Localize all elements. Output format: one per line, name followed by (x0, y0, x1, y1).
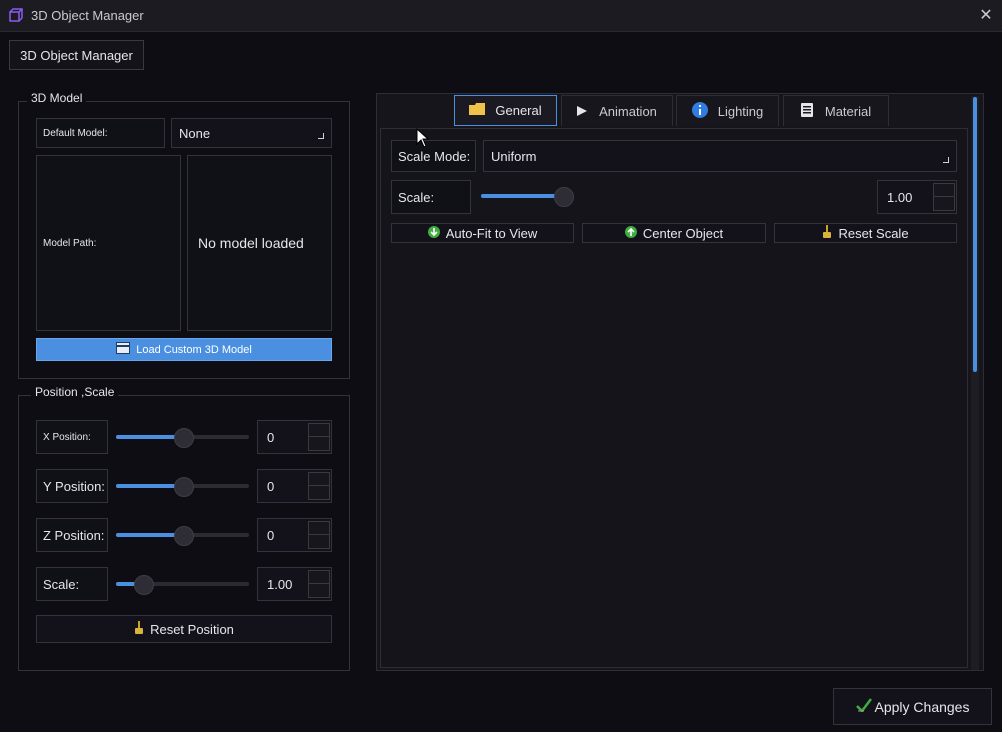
position-group-title: Position ,Scale (31, 385, 119, 399)
folder-icon (116, 342, 131, 357)
load-model-button[interactable]: Load Custom 3D Model (36, 338, 332, 361)
spin-down-button[interactable] (308, 583, 330, 598)
broom-icon (822, 224, 832, 242)
reset-position-button[interactable]: Reset Position (36, 615, 332, 643)
play-icon (577, 104, 588, 119)
scale-value: 1.00 (267, 576, 293, 592)
close-icon[interactable]: ✕ (976, 6, 996, 26)
x-position-spinbox[interactable]: 0 (257, 420, 332, 454)
scrollbar-thumb[interactable] (973, 97, 977, 372)
scale-slider[interactable] (481, 187, 574, 207)
arrow-up-circle-icon (624, 225, 637, 241)
window-title: 3D Object Manager (31, 8, 144, 23)
z-position-slider[interactable] (116, 526, 249, 546)
load-model-label: Load Custom 3D Model (136, 343, 252, 356)
reset-scale-label: Reset Scale (838, 225, 909, 241)
document-icon (800, 102, 813, 120)
x-position-slider[interactable] (116, 428, 249, 448)
title-bar (0, 0, 1002, 32)
default-model-label: Default Model: (36, 118, 165, 148)
slider-handle[interactable] (134, 575, 154, 595)
slider-handle[interactable] (174, 526, 194, 546)
info-icon (691, 101, 708, 121)
z-position-spinbox[interactable]: 0 (257, 518, 332, 552)
tab-animation-label: Animation (599, 103, 657, 119)
slider-handle[interactable] (174, 428, 194, 448)
model-status-text: No model loaded (187, 155, 332, 331)
dropdown-arrow-icon (943, 157, 949, 163)
spin-down-button[interactable] (308, 485, 330, 500)
slider-fill (116, 533, 183, 537)
tab-animation[interactable]: Animation (561, 95, 673, 126)
tab-material[interactable]: Material (783, 95, 889, 126)
tab-general-label: General (495, 103, 542, 118)
scale-spinbox[interactable]: 1.00 (877, 180, 957, 214)
folder-icon (469, 103, 486, 118)
slider-handle[interactable] (174, 477, 194, 497)
auto-fit-label: Auto-Fit to View (445, 225, 538, 241)
spin-down-button[interactable] (308, 436, 330, 451)
y-position-slider[interactable] (116, 477, 249, 497)
arrow-down-circle-icon (427, 225, 440, 241)
checkmark-icon (855, 698, 872, 715)
scale-mode-value: Uniform (491, 148, 537, 164)
z-position-value: 0 (267, 527, 275, 543)
scale-mode-select[interactable]: Uniform (483, 140, 957, 172)
model-group-title: 3D Model (27, 91, 87, 105)
center-object-button[interactable]: Center Object (582, 223, 766, 243)
slider-handle[interactable] (554, 187, 574, 207)
slider-fill (481, 194, 563, 198)
default-model-select[interactable]: None (171, 118, 332, 148)
slider-fill (116, 435, 183, 439)
tab-material-label: Material (824, 103, 872, 119)
scale-spinbox-value: 1.00 (887, 189, 913, 205)
default-model-value: None (179, 125, 211, 141)
tab-general[interactable]: General (454, 95, 557, 126)
tab-lighting-label: Lighting (717, 103, 764, 119)
scale-slider[interactable] (116, 575, 249, 595)
z-position-label: Z Position: (36, 518, 108, 552)
dropdown-arrow-icon (318, 133, 324, 139)
x-position-label: X Position: (36, 420, 108, 454)
x-position-value: 0 (267, 429, 275, 445)
scale-spinbox[interactable]: 1.00 (257, 567, 332, 601)
scale-label: Scale: (391, 180, 471, 214)
reset-position-label: Reset Position (150, 621, 234, 637)
scale-mode-label: Scale Mode: (391, 140, 476, 172)
apply-changes-button[interactable]: Apply Changes (833, 688, 992, 725)
tab-lighting[interactable]: Lighting (676, 95, 779, 126)
object-manager-button[interactable]: 3D Object Manager (9, 40, 144, 70)
slider-fill (116, 484, 183, 488)
spin-down-button[interactable] (308, 534, 330, 549)
y-position-value: 0 (267, 478, 275, 494)
y-position-spinbox[interactable]: 0 (257, 469, 332, 503)
cube-icon (9, 8, 23, 22)
mouse-cursor-icon (416, 127, 430, 148)
y-position-label: Y Position: (36, 469, 108, 503)
center-object-label: Center Object (642, 225, 724, 241)
reset-scale-button[interactable]: Reset Scale (774, 223, 957, 243)
auto-fit-button[interactable]: Auto-Fit to View (391, 223, 574, 243)
apply-changes-label: Apply Changes (874, 698, 970, 715)
scale-label: Scale: (36, 567, 108, 601)
broom-icon (134, 620, 144, 638)
spin-down-button[interactable] (933, 196, 955, 211)
model-path-label: Model Path: (36, 155, 181, 331)
